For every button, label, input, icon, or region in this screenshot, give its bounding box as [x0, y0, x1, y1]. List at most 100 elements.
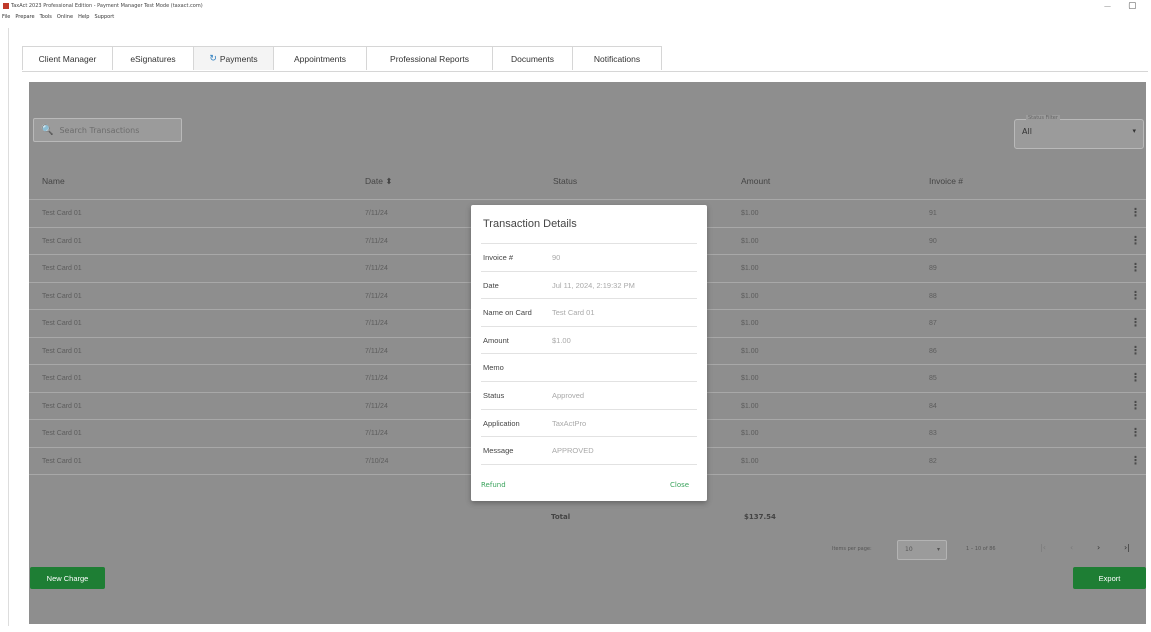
cell-amount: $1.00 — [741, 237, 759, 245]
field-value: 90 — [552, 253, 561, 262]
export-button[interactable]: Export — [1073, 567, 1146, 589]
last-page-button[interactable]: ›| — [1124, 543, 1130, 552]
row-menu-icon[interactable]: ⋮ — [1130, 454, 1141, 467]
dialog-divider — [481, 298, 697, 300]
items-per-page-select[interactable]: 10 ▾ — [897, 540, 947, 560]
dialog-title: Transaction Details — [483, 218, 577, 230]
refund-button[interactable]: Refund — [481, 481, 506, 489]
cell-invoice: 90 — [929, 237, 937, 245]
items-per-page-value: 10 — [905, 546, 913, 553]
status-filter-value: All — [1022, 127, 1032, 136]
field-label: Message — [483, 446, 514, 456]
cell-amount: $1.00 — [741, 210, 759, 217]
row-menu-icon[interactable]: ⋮ — [1130, 234, 1141, 247]
menu-prepare[interactable]: Prepare — [15, 14, 34, 24]
field-label: Status — [483, 391, 505, 400]
field-label: Date — [483, 280, 499, 290]
items-per-page-label: Items per page: — [832, 546, 872, 552]
new-charge-button[interactable]: New Charge — [30, 567, 105, 589]
cell-date: 7/11/24 — [365, 237, 388, 245]
app-logo-icon — [3, 3, 9, 9]
row-menu-icon[interactable]: ⋮ — [1130, 261, 1141, 274]
tab-professional-reports[interactable]: Professional Reports — [366, 46, 493, 70]
row-menu-icon[interactable]: ⋮ — [1130, 289, 1141, 302]
cell-date: 7/10/24 — [365, 457, 389, 465]
tab-esignatures[interactable]: eSignatures — [112, 46, 194, 70]
field-value: $1.00 — [552, 335, 571, 345]
cell-date: 7/11/24 — [365, 210, 388, 217]
column-header-status[interactable]: Status — [553, 176, 577, 186]
minimize-button[interactable]: — — [1104, 2, 1111, 10]
close-button[interactable]: Close — [670, 481, 689, 489]
field-value: Approved — [552, 391, 585, 400]
row-menu-icon[interactable]: ⋮ — [1130, 399, 1141, 412]
search-placeholder: Search Transactions — [59, 125, 140, 135]
cell-name: Test Card 01 — [42, 265, 82, 272]
search-icon: 🔍 — [41, 124, 54, 136]
tab-divider — [22, 71, 1148, 72]
cell-name: Test Card 01 — [42, 457, 82, 465]
cell-amount: $1.00 — [741, 430, 759, 437]
cell-invoice: 91 — [929, 210, 937, 217]
cell-invoice: 83 — [929, 430, 937, 437]
tab-payments[interactable]: ↻ Payments — [193, 46, 274, 70]
menu-support[interactable]: Support — [94, 14, 114, 24]
column-header-amount[interactable]: Amount — [741, 176, 770, 186]
field-value: TaxActPro — [552, 418, 587, 428]
maximize-button[interactable]: ▢ — [1128, 1, 1137, 11]
field-label: Application — [483, 418, 520, 428]
menu-tools[interactable]: Tools — [40, 14, 52, 24]
cell-invoice: 82 — [929, 457, 937, 465]
table-header-divider — [29, 199, 1146, 200]
cell-invoice: 88 — [929, 292, 937, 300]
dialog-divider — [481, 381, 697, 382]
column-header-invoice[interactable]: Invoice # — [929, 176, 963, 186]
first-page-button[interactable]: |‹ — [1040, 543, 1046, 552]
menu-file[interactable]: File — [2, 14, 10, 24]
cell-invoice: 85 — [929, 375, 937, 382]
window-title-bar: TaxAct 2023 Professional Edition - Payme… — [0, 0, 1151, 14]
cell-name: Test Card 01 — [42, 320, 82, 327]
cell-amount: $1.00 — [741, 265, 759, 272]
search-transactions-input[interactable]: 🔍 Search Transactions — [33, 118, 182, 142]
field-label: Invoice # — [483, 253, 514, 262]
cell-amount: $1.00 — [741, 347, 759, 355]
field-label: Amount — [483, 335, 509, 345]
previous-page-button[interactable]: ‹ — [1070, 543, 1073, 552]
tab-documents[interactable]: Documents — [492, 46, 573, 70]
cell-invoice: 86 — [929, 347, 937, 355]
column-header-name[interactable]: Name — [42, 176, 65, 186]
cell-name: Test Card 01 — [42, 375, 82, 382]
field-value: Test Card 01 — [552, 308, 595, 318]
menu-bar: File Prepare Tools Online Help Support — [0, 14, 114, 24]
cell-invoice: 84 — [929, 402, 937, 410]
tab-notifications[interactable]: Notifications — [572, 46, 662, 70]
column-header-date[interactable]: Date ⬍ — [365, 176, 392, 187]
row-menu-icon[interactable]: ⋮ — [1130, 426, 1141, 439]
pager-range: 1 – 10 of 86 — [966, 546, 996, 552]
cell-amount: $1.00 — [741, 320, 759, 327]
cell-amount: $1.00 — [741, 457, 759, 465]
cell-amount: $1.00 — [741, 375, 759, 382]
next-page-button[interactable]: › — [1097, 543, 1100, 552]
cell-date: 7/11/24 — [365, 375, 388, 382]
dialog-divider — [481, 353, 697, 355]
menu-help[interactable]: Help — [78, 14, 89, 24]
cell-date: 7/11/24 — [365, 320, 388, 327]
cell-name: Test Card 01 — [42, 210, 82, 217]
menu-online[interactable]: Online — [57, 14, 73, 24]
row-menu-icon[interactable]: ⋮ — [1130, 316, 1141, 329]
field-label: Name on Card — [483, 308, 532, 318]
total-label: Total — [551, 513, 571, 521]
tab-appointments[interactable]: Appointments — [273, 46, 367, 70]
cell-date: 7/11/24 — [365, 402, 388, 410]
cell-date: 7/11/24 — [365, 292, 388, 300]
row-menu-icon[interactable]: ⋮ — [1130, 206, 1141, 219]
tab-client-manager[interactable]: Client Manager — [22, 46, 113, 70]
dialog-divider — [481, 436, 697, 438]
cell-date: 7/11/24 — [365, 347, 388, 355]
row-menu-icon[interactable]: ⋮ — [1130, 344, 1141, 357]
status-filter-select[interactable]: Status Filter All ▾ — [1014, 115, 1144, 149]
row-menu-icon[interactable]: ⋮ — [1130, 371, 1141, 384]
cell-invoice: 89 — [929, 265, 937, 272]
